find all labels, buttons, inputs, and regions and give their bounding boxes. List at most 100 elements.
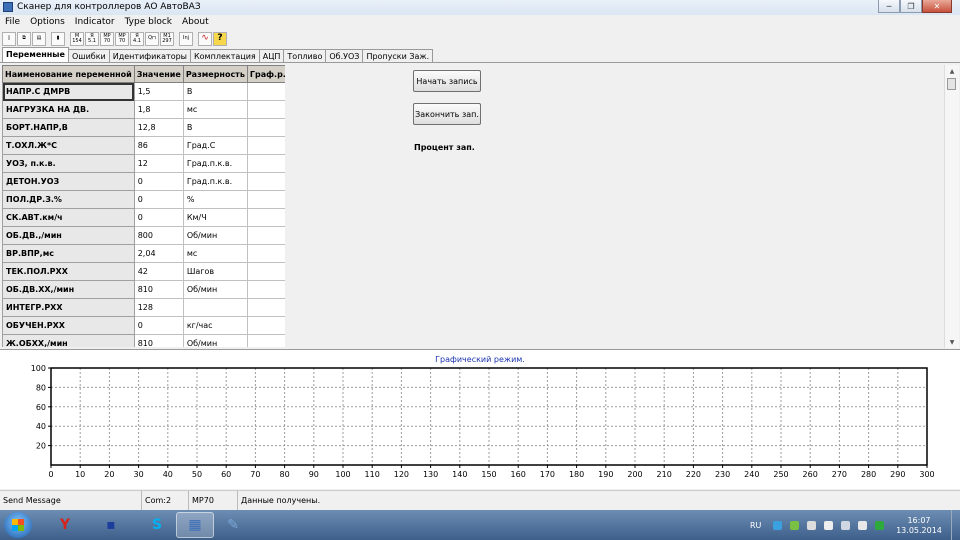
variables-grid[interactable]: Наименование переменной Значение Размерн…: [2, 65, 285, 347]
menu-file[interactable]: File: [0, 15, 25, 29]
block-mp70-icon[interactable]: MP 70: [115, 31, 129, 46]
antivirus-icon[interactable]: [875, 520, 885, 530]
memory-card-icon[interactable]: ▮: [51, 31, 65, 46]
battery-icon[interactable]: [824, 520, 834, 530]
variable-name-cell[interactable]: БОРТ.НАПР,В: [2, 118, 135, 137]
variable-name-cell[interactable]: ОБ.ДВ.,/мин: [2, 226, 135, 245]
variable-unit-cell[interactable]: Об/мин: [182, 334, 248, 347]
variable-value-cell[interactable]: 2,04: [133, 244, 184, 263]
variable-value-cell[interactable]: 128: [133, 298, 184, 317]
table-row[interactable]: НАГРУЗКА НА ДВ. 1,8 мс: [2, 100, 285, 119]
variable-name-cell[interactable]: ТЕК.ПОЛ.РХХ: [2, 262, 135, 281]
bluetooth-icon[interactable]: [773, 520, 783, 530]
scroll-up-icon[interactable]: ▲: [945, 65, 959, 77]
start-button[interactable]: [4, 512, 32, 538]
variable-name-cell[interactable]: ИНТЕГР.РХХ: [2, 298, 135, 317]
variable-name-cell[interactable]: ОБУЧЕН.РХХ: [2, 316, 135, 335]
injector-icon[interactable]: Inj: [179, 31, 193, 46]
variable-graph-cell[interactable]: [246, 316, 285, 335]
clock[interactable]: 16:07 13.05.2014: [888, 516, 950, 536]
close-button[interactable]: ✕: [922, 0, 952, 13]
tab-6[interactable]: Об.УОЗ: [325, 49, 364, 63]
column-header-graph[interactable]: Граф.р.: [246, 65, 285, 83]
tab-5[interactable]: Топливо: [283, 49, 327, 63]
block-mp70-icon[interactable]: MP 70: [100, 31, 114, 46]
variable-unit-cell[interactable]: Об/мин: [182, 226, 248, 245]
variable-unit-cell[interactable]: Км/Ч: [182, 208, 248, 227]
start-record-button[interactable]: Начать запись: [413, 70, 481, 92]
variable-name-cell[interactable]: Т.ОХЛ.Ж*С: [2, 136, 135, 155]
table-row[interactable]: ТЕК.ПОЛ.РХХ 42 Шагов: [2, 262, 285, 281]
table-row[interactable]: ДЕТОН.УОЗ 0 Град.п.к.в.: [2, 172, 285, 191]
tab-1[interactable]: Ошибки: [67, 49, 110, 63]
tab-3[interactable]: Комплектация: [189, 49, 260, 63]
variable-unit-cell[interactable]: Шагов: [182, 262, 248, 281]
graph-icon[interactable]: ∿: [198, 31, 212, 46]
block-ya51-icon[interactable]: Я 5.1: [85, 31, 99, 46]
variable-name-cell[interactable]: ВР.ВПР,мс: [2, 244, 135, 263]
variable-value-cell[interactable]: 1,5: [133, 82, 184, 101]
table-row[interactable]: УОЗ, п.к.в. 12 Град.п.к.в.: [2, 154, 285, 173]
variable-value-cell[interactable]: 12: [133, 154, 184, 173]
variable-value-cell[interactable]: 0: [133, 172, 184, 191]
language-indicator[interactable]: RU: [750, 521, 761, 530]
table-row[interactable]: ПОЛ.ДР.З.% 0%: [2, 190, 285, 209]
stop-record-button[interactable]: Закончить зап.: [413, 103, 481, 125]
variable-graph-cell[interactable]: [246, 172, 285, 191]
tab-4[interactable]: АЦП: [258, 49, 285, 63]
variable-graph-cell[interactable]: [246, 82, 285, 101]
block-ya41-icon[interactable]: Я 4.1: [130, 31, 144, 46]
variable-name-cell[interactable]: СК.АВТ.км/ч: [2, 208, 135, 227]
variable-unit-cell[interactable]: В: [182, 118, 248, 137]
variable-unit-cell[interactable]: [182, 298, 248, 317]
variable-value-cell[interactable]: 0: [133, 208, 184, 227]
save-disk-icon[interactable]: ▪: [92, 512, 130, 538]
show-desktop-button[interactable]: [951, 510, 960, 540]
variable-value-cell[interactable]: 42: [133, 262, 184, 281]
variable-value-cell[interactable]: 810: [133, 334, 184, 347]
variable-unit-cell[interactable]: Град.п.к.в.: [182, 172, 248, 191]
variable-graph-cell[interactable]: [246, 226, 285, 245]
variable-graph-cell[interactable]: [246, 208, 285, 227]
variable-graph-cell[interactable]: [246, 190, 285, 209]
menu-type-block[interactable]: Type block: [120, 15, 177, 29]
table-row[interactable]: ВР.ВПР,мс 2,04 мс: [2, 244, 285, 263]
action-center-flag-icon[interactable]: [807, 520, 817, 530]
column-header-name[interactable]: Наименование переменной: [2, 65, 135, 83]
minimize-button[interactable]: ─: [878, 0, 900, 13]
variable-value-cell[interactable]: 86: [133, 136, 184, 155]
paint-icon[interactable]: ✎: [214, 512, 252, 538]
variable-value-cell[interactable]: 800: [133, 226, 184, 245]
volume-icon[interactable]: [858, 520, 868, 530]
variable-value-cell[interactable]: 810: [133, 280, 184, 299]
variable-graph-cell[interactable]: [246, 136, 285, 155]
tab-0[interactable]: Переменные: [2, 47, 69, 63]
column-header-unit[interactable]: Размерность: [182, 65, 248, 83]
variable-graph-cell[interactable]: [246, 100, 285, 119]
menu-options[interactable]: Options: [25, 15, 70, 29]
variable-graph-cell[interactable]: [246, 280, 285, 299]
tab-2[interactable]: Идентификаторы: [108, 49, 191, 63]
variable-value-cell[interactable]: 0: [133, 316, 184, 335]
variable-graph-cell[interactable]: [246, 334, 285, 347]
table-row[interactable]: ИНТЕГР.РХХ 128: [2, 298, 285, 317]
scanner-app-icon[interactable]: ▦: [176, 512, 214, 538]
variable-value-cell[interactable]: 0: [133, 190, 184, 209]
print-icon[interactable]: ▤: [32, 31, 46, 46]
variable-unit-cell[interactable]: Град.п.к.в.: [182, 154, 248, 173]
skype-icon[interactable]: S: [138, 512, 176, 538]
table-row[interactable]: Ж.ОБХХ,/мин 810 Об/мин: [2, 334, 285, 347]
variable-unit-cell[interactable]: В: [182, 82, 248, 101]
variable-graph-cell[interactable]: [246, 244, 285, 263]
variable-name-cell[interactable]: Ж.ОБХХ,/мин: [2, 334, 135, 347]
help-icon[interactable]: ?: [213, 31, 227, 46]
scroll-thumb[interactable]: [947, 78, 956, 90]
variable-value-cell[interactable]: 12,8: [133, 118, 184, 137]
variable-value-cell[interactable]: 1,8: [133, 100, 184, 119]
vertical-scrollbar[interactable]: ▲ ▼: [944, 65, 959, 348]
table-row[interactable]: Т.ОХЛ.Ж*С 86 Град.С: [2, 136, 285, 155]
variable-unit-cell[interactable]: %: [182, 190, 248, 209]
table-row[interactable]: ОБ.ДВ.ХХ,/мин 810 Об/мин: [2, 280, 285, 299]
menu-about[interactable]: About: [177, 15, 214, 29]
variable-graph-cell[interactable]: [246, 154, 285, 173]
